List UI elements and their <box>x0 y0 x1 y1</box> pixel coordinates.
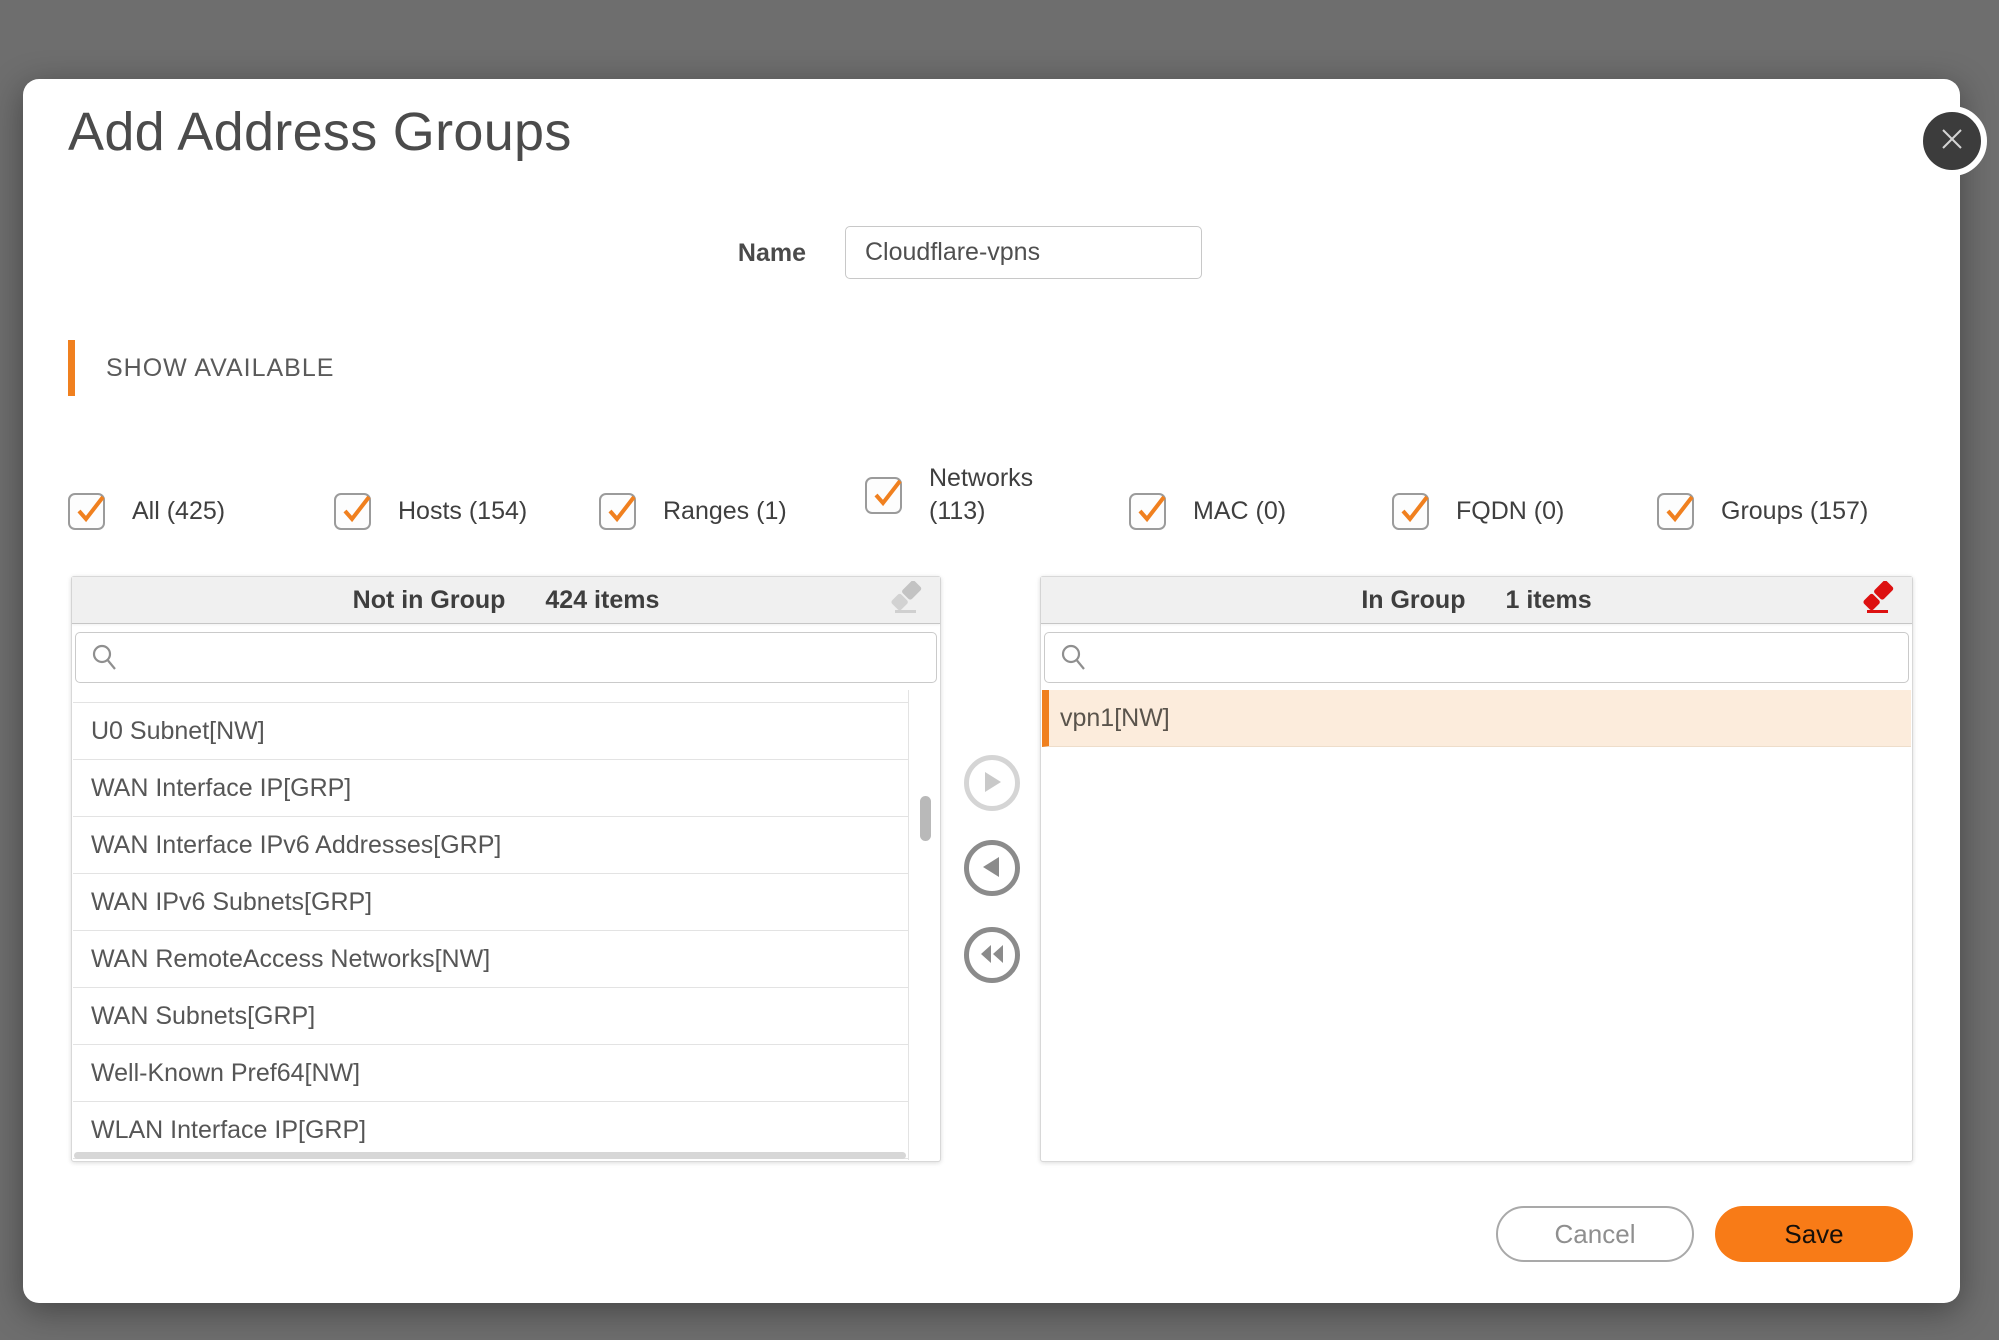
move-all-left-button[interactable] <box>964 927 1020 983</box>
vertical-scrollbar-thumb[interactable] <box>920 796 931 841</box>
filter-label: All (425) <box>132 495 225 528</box>
move-right-button[interactable] <box>964 755 1020 811</box>
filter-label: FQDN (0) <box>1456 495 1564 528</box>
filter-label: Ranges (1) <box>663 495 787 528</box>
eraser-icon <box>1860 605 1896 620</box>
in-group-panel: In Group 1 items <box>1040 576 1913 1162</box>
filter-label: Hosts (154) <box>398 495 527 528</box>
horizontal-scrollbar[interactable] <box>74 1152 906 1159</box>
list-item[interactable]: Well-Known Pref64[NW] <box>73 1045 908 1102</box>
panel-title: Not in Group <box>353 586 506 615</box>
filter-label: Networks (113) <box>929 462 1051 528</box>
filter-checkbox-hosts[interactable]: Hosts (154) <box>334 493 527 530</box>
in-group-search-input[interactable] <box>1044 632 1909 683</box>
panel-item-count: 1 items <box>1505 586 1591 615</box>
checkbox-checked-icon <box>1392 493 1429 530</box>
checkbox-checked-icon <box>1657 493 1694 530</box>
cancel-button[interactable]: Cancel <box>1496 1206 1694 1262</box>
name-label: Name <box>663 239 806 268</box>
eraser-icon <box>888 605 924 620</box>
close-button[interactable] <box>1917 106 1987 176</box>
not-in-group-search-input[interactable] <box>75 632 937 683</box>
panel-title: In Group <box>1361 586 1465 615</box>
filter-label: MAC (0) <box>1193 495 1286 528</box>
list-item[interactable]: WAN Subnets[GRP] <box>73 988 908 1045</box>
not-in-group-list: U0 Subnet[NW] WAN Interface IP[GRP] WAN … <box>73 690 909 1160</box>
clear-list-button[interactable] <box>1860 581 1896 619</box>
save-button[interactable]: Save <box>1715 1206 1913 1262</box>
list-item[interactable]: U0 Subnet[NW] <box>73 703 908 760</box>
move-left-button[interactable] <box>964 840 1020 896</box>
arrow-right-icon <box>981 770 1003 797</box>
filter-checkbox-fqdn[interactable]: FQDN (0) <box>1392 493 1564 530</box>
panel-item-count: 424 items <box>545 586 659 615</box>
filter-checkbox-all[interactable]: All (425) <box>68 493 225 530</box>
close-icon <box>1939 126 1965 157</box>
name-input[interactable] <box>845 226 1202 279</box>
checkbox-checked-icon <box>865 477 902 514</box>
show-available-section: SHOW AVAILABLE <box>68 340 334 396</box>
filter-checkbox-groups[interactable]: Groups (157) <box>1657 493 1868 530</box>
checkbox-checked-icon <box>1129 493 1166 530</box>
filter-checkbox-ranges[interactable]: Ranges (1) <box>599 493 787 530</box>
checkbox-checked-icon <box>599 493 636 530</box>
in-group-list: vpn1[NW] <box>1042 690 1911 1160</box>
not-in-group-header: Not in Group 424 items <box>72 577 940 624</box>
clear-list-button[interactable] <box>888 581 924 619</box>
list-item-partial <box>73 690 908 703</box>
list-item[interactable]: WAN Interface IPv6 Addresses[GRP] <box>73 817 908 874</box>
list-item[interactable]: WAN Interface IP[GRP] <box>73 760 908 817</box>
not-in-group-panel: Not in Group 424 items <box>71 576 941 1162</box>
double-arrow-left-icon <box>978 943 1006 968</box>
checkbox-checked-icon <box>334 493 371 530</box>
filter-checkbox-networks[interactable]: Networks (113) <box>865 462 1051 528</box>
filter-checkbox-mac[interactable]: MAC (0) <box>1129 493 1286 530</box>
screen-backdrop: Add Address Groups Name SHOW AVAILABLE A… <box>0 0 1999 1340</box>
list-item-selected[interactable]: vpn1[NW] <box>1042 690 1911 747</box>
dialog-title: Add Address Groups <box>68 101 572 163</box>
show-available-label: SHOW AVAILABLE <box>106 354 334 383</box>
filter-label: Groups (157) <box>1721 495 1868 528</box>
list-item[interactable]: WAN RemoteAccess Networks[NW] <box>73 931 908 988</box>
arrow-left-icon <box>981 855 1003 882</box>
list-item[interactable]: WAN IPv6 Subnets[GRP] <box>73 874 908 931</box>
add-address-groups-dialog: Add Address Groups Name SHOW AVAILABLE A… <box>23 79 1960 1303</box>
accent-bar <box>68 340 75 396</box>
checkbox-checked-icon <box>68 493 105 530</box>
list-item[interactable]: WLAN Interface IP[GRP] <box>73 1102 908 1159</box>
in-group-header: In Group 1 items <box>1041 577 1912 624</box>
